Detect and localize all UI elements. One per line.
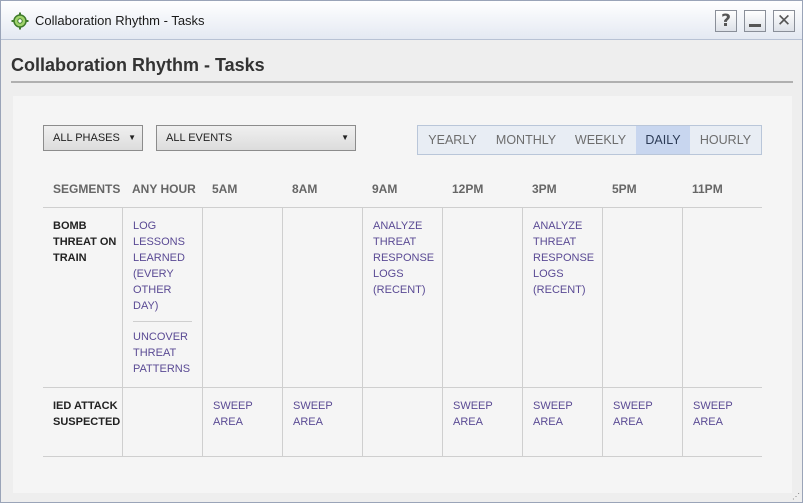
- task-item[interactable]: SWEEP AREA: [613, 398, 679, 430]
- close-icon: ✕: [776, 11, 792, 31]
- task-item[interactable]: SWEEP AREA: [693, 398, 759, 430]
- close-button[interactable]: ✕: [773, 10, 795, 32]
- column-header-any-hour: ANY HOUR: [132, 182, 196, 196]
- segment-label: BOMB THREAT ON TRAIN: [53, 220, 117, 264]
- table-divider: [43, 456, 762, 457]
- column-divider: [122, 207, 123, 456]
- column-header-5pm: 5PM: [612, 182, 637, 196]
- task-item[interactable]: ANALYZE THREAT RESPONSE LOGS (RECENT): [373, 218, 439, 298]
- help-icon: ?: [721, 11, 731, 31]
- column-header-9am: 9AM: [372, 182, 398, 196]
- table-divider: [43, 207, 762, 208]
- app-window: Collaboration Rhythm - Tasks ? ✕ Collabo…: [0, 0, 803, 503]
- heading-divider: [11, 81, 793, 83]
- events-dropdown-value: ALL EVENTS: [166, 132, 233, 144]
- column-divider: [522, 207, 523, 456]
- tab-monthly[interactable]: MONTHLY: [487, 126, 565, 154]
- title-bar: Collaboration Rhythm - Tasks ? ✕: [1, 1, 802, 40]
- chevron-down-icon: ▼: [341, 133, 349, 142]
- task-item[interactable]: SWEEP AREA: [293, 398, 359, 430]
- column-divider: [362, 207, 363, 456]
- task-separator: [133, 321, 192, 322]
- minimize-button[interactable]: [744, 10, 766, 32]
- column-divider: [442, 207, 443, 456]
- column-divider: [602, 207, 603, 456]
- table-divider: [43, 387, 762, 388]
- tab-weekly[interactable]: WEEKLY: [565, 126, 636, 154]
- task-item[interactable]: SWEEP AREA: [213, 398, 279, 430]
- task-item[interactable]: SWEEP AREA: [453, 398, 519, 430]
- time-scale-tabs: YEARLY MONTHLY WEEKLY DAILY HOURLY: [417, 125, 762, 155]
- app-icon: [11, 12, 29, 30]
- window-title: Collaboration Rhythm - Tasks: [35, 13, 205, 28]
- column-header-5am: 5AM: [212, 182, 238, 196]
- task-item[interactable]: SWEEP AREA: [533, 398, 599, 430]
- tab-yearly[interactable]: YEARLY: [418, 126, 487, 154]
- column-header-8am: 8AM: [292, 182, 318, 196]
- column-header-11pm: 11PM: [692, 182, 723, 196]
- page-title: Collaboration Rhythm - Tasks: [11, 55, 265, 75]
- events-dropdown[interactable]: ALL EVENTS ▼: [156, 125, 356, 151]
- task-item[interactable]: UNCOVER THREAT PATTERNS: [133, 329, 199, 377]
- column-divider: [282, 207, 283, 456]
- segment-label: IED ATTACK SUSPECTED: [53, 400, 121, 428]
- column-header-12pm: 12PM: [452, 182, 484, 196]
- task-item[interactable]: ANALYZE THREAT RESPONSE LOGS (RECENT): [533, 218, 599, 298]
- column-header-segments: SEGMENTS: [53, 182, 121, 196]
- task-item[interactable]: LOG LESSONS LEARNED (EVERY OTHER DAY): [133, 218, 199, 314]
- column-header-3pm: 3PM: [532, 182, 557, 196]
- phases-dropdown-value: ALL PHASES: [53, 132, 120, 144]
- minimize-icon: [749, 24, 761, 27]
- phases-dropdown[interactable]: ALL PHASES ▼: [43, 125, 143, 151]
- chevron-down-icon: ▼: [128, 133, 136, 142]
- column-divider: [202, 207, 203, 456]
- resize-grip-icon[interactable]: ⋰: [792, 492, 800, 501]
- tab-hourly[interactable]: HOURLY: [690, 126, 761, 154]
- tab-daily[interactable]: DAILY: [636, 126, 690, 154]
- column-divider: [682, 207, 683, 456]
- help-button[interactable]: ?: [715, 10, 737, 32]
